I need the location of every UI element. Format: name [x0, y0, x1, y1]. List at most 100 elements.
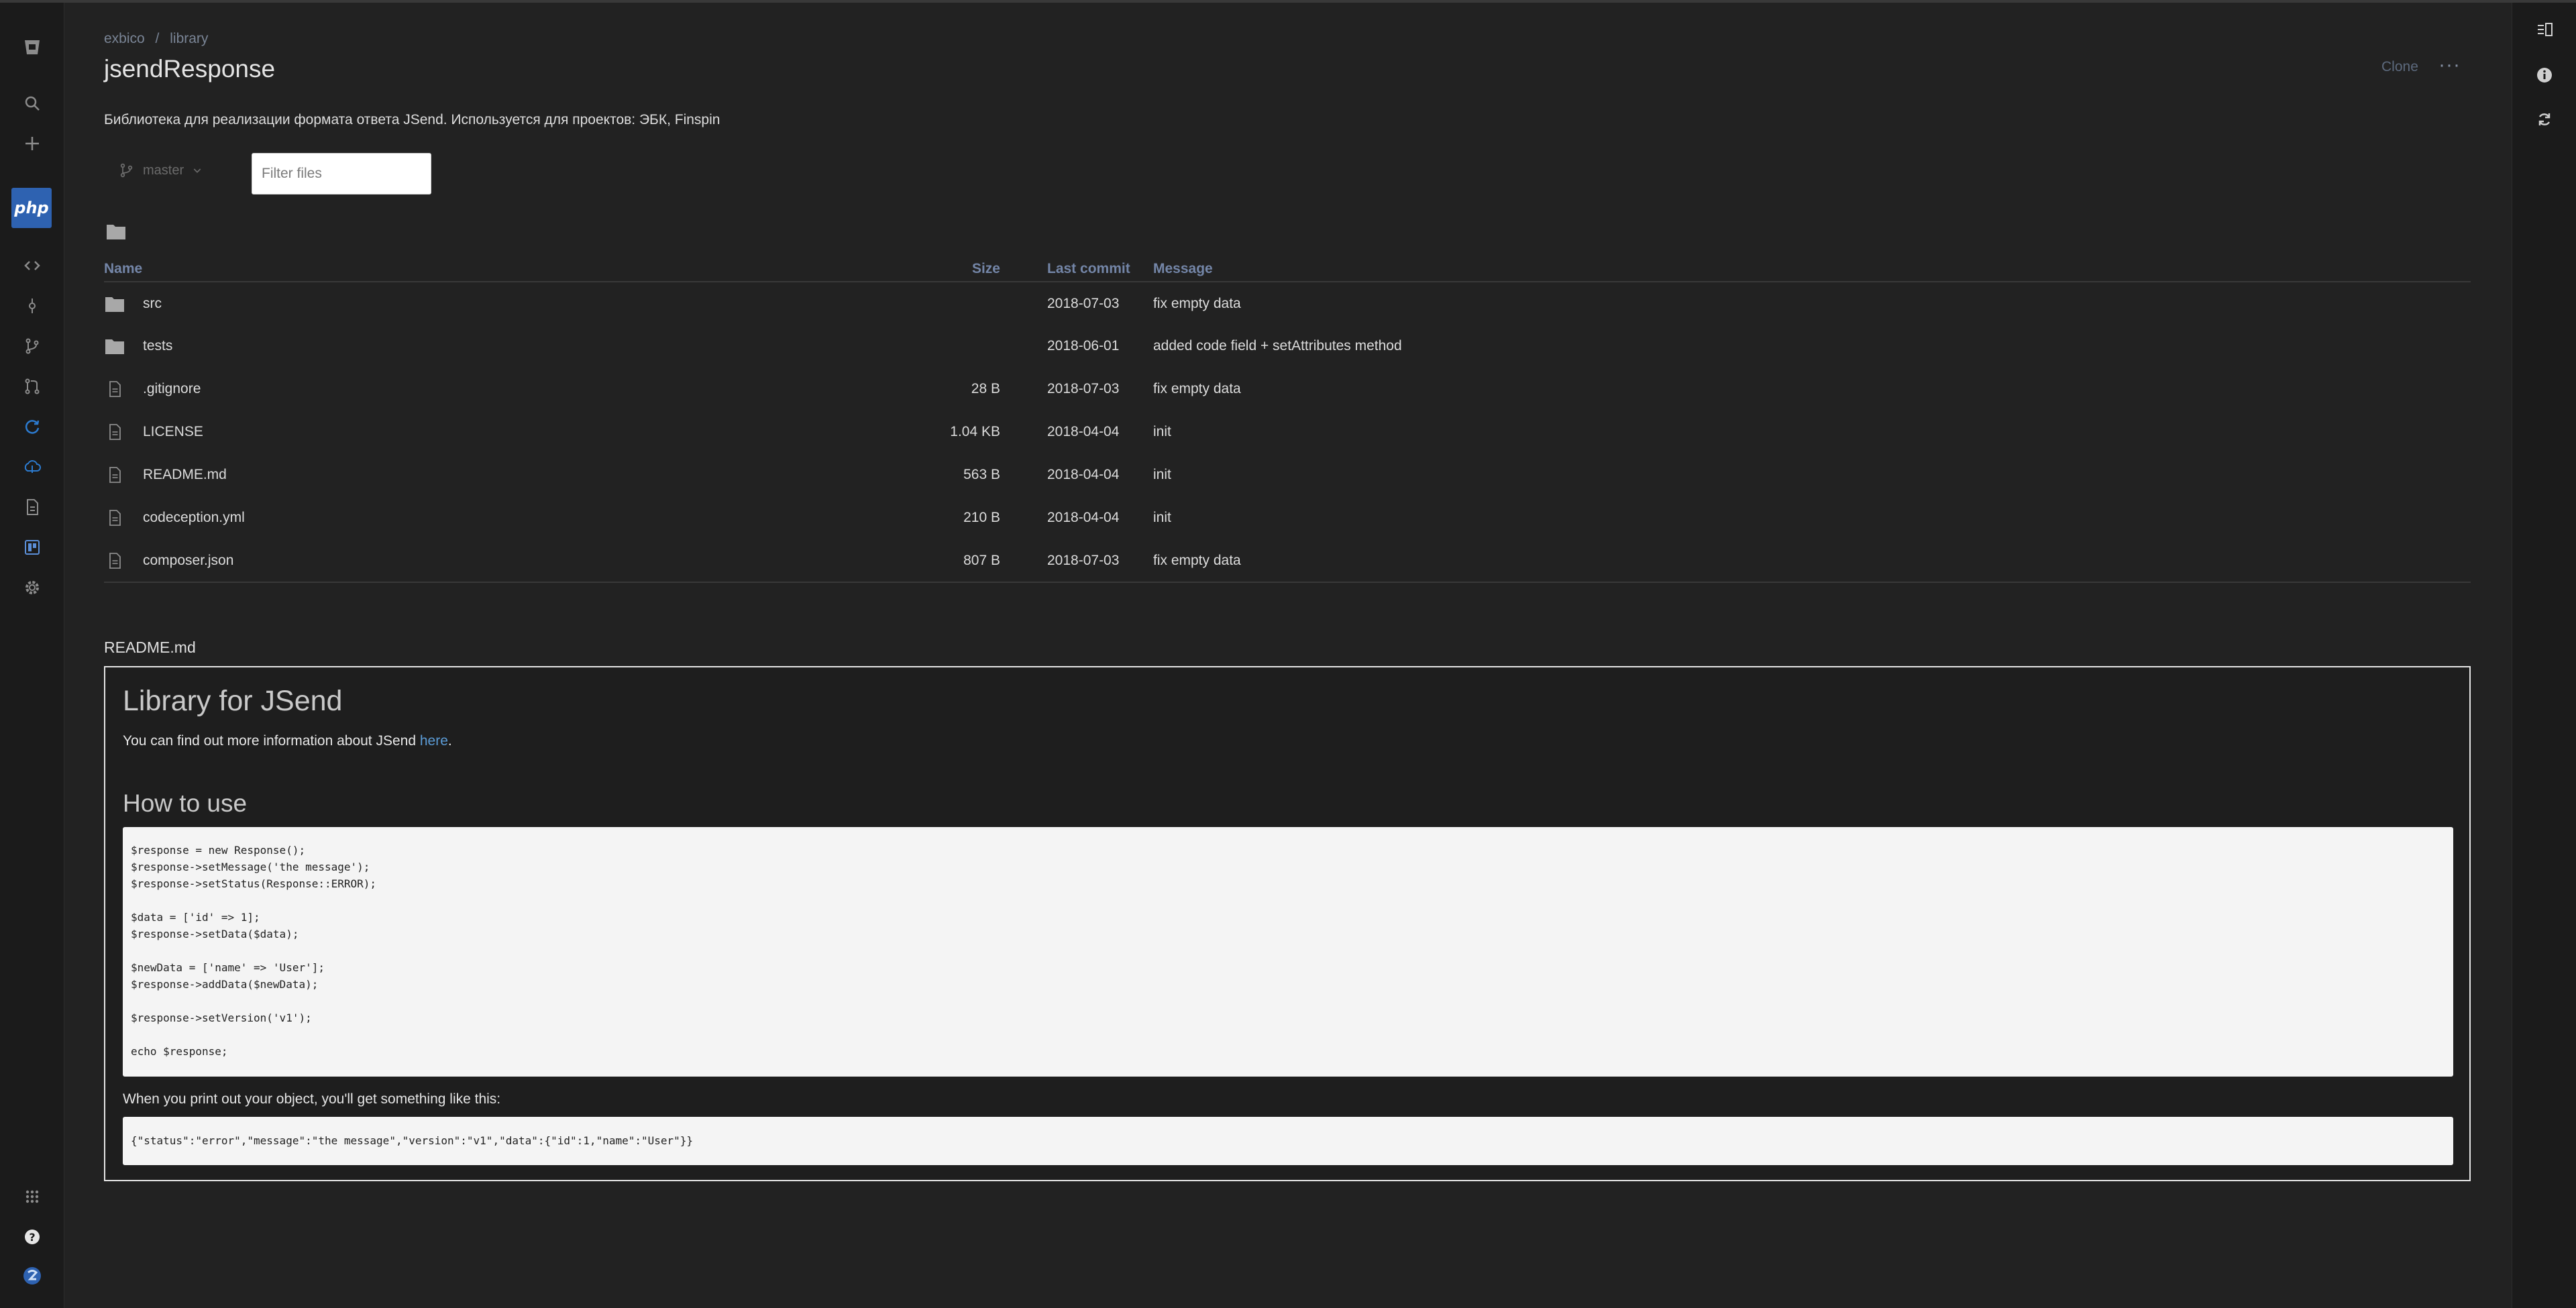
- info-icon[interactable]: [2512, 55, 2576, 95]
- file-last-commit: 2018-07-03: [1047, 295, 1120, 311]
- column-header-last-commit[interactable]: Last commit: [1024, 256, 1153, 282]
- search-icon[interactable]: [0, 86, 64, 121]
- column-header-message[interactable]: Message: [1153, 256, 2471, 282]
- column-header-name[interactable]: Name: [104, 256, 897, 282]
- chevron-down-icon: [193, 168, 201, 173]
- file-name-cell: tests: [104, 325, 897, 368]
- user-avatar-icon[interactable]: [0, 1258, 64, 1293]
- downloads-icon[interactable]: [0, 490, 64, 525]
- readme-panel: Library for JSend You can find out more …: [104, 666, 2471, 1181]
- file-name-cell: LICENSE: [104, 411, 897, 453]
- readme-title: Library for JSend: [123, 685, 343, 717]
- branch-name: master: [143, 162, 184, 178]
- file-last-commit: 2018-06-01: [1047, 338, 1120, 353]
- folder-icon: [105, 339, 124, 354]
- file-size: 1.04 KB: [950, 424, 1000, 439]
- file-icon: [109, 552, 121, 569]
- breadcrumb-workspace[interactable]: exbico: [104, 31, 145, 46]
- usage-code-block: $response = new Response(); $response->s…: [123, 827, 2453, 1077]
- file-commit-message[interactable]: fix empty data: [1153, 539, 2471, 583]
- readme-howto-heading: How to use: [123, 789, 248, 817]
- file-name-cell: src: [104, 282, 897, 325]
- file-commit-message[interactable]: init: [1153, 453, 2471, 496]
- file-last-commit: 2018-07-03: [1047, 381, 1120, 396]
- file-name[interactable]: README.md: [143, 467, 227, 483]
- file-icon: [109, 424, 121, 440]
- table-row[interactable]: codeception.yml 210 B 2018-04-04 init: [104, 496, 2471, 539]
- table-row[interactable]: tests 2018-06-01 added code field + setAtt…: [104, 325, 2471, 368]
- project-avatar[interactable]: php: [11, 188, 52, 228]
- table-row[interactable]: LICENSE 1.04 KB 2018-04-04 init: [104, 411, 2471, 453]
- file-name[interactable]: LICENSE: [143, 424, 203, 440]
- file-size: 563 B: [963, 467, 1000, 482]
- settings-icon[interactable]: [0, 570, 64, 605]
- file-name-cell: codeception.yml: [104, 496, 897, 539]
- readme-intro: You can find out more information about …: [123, 733, 452, 749]
- table-row[interactable]: .gitignore 28 B 2018-07-03 fix empty data: [104, 368, 2471, 411]
- bucket-logo-icon[interactable]: [0, 30, 64, 64]
- file-icon: [109, 467, 121, 483]
- apps-grid-icon[interactable]: [0, 1179, 64, 1214]
- right-sidebar: [2512, 3, 2576, 1308]
- file-commit-message[interactable]: init: [1153, 496, 2471, 539]
- breadcrumb-project[interactable]: library: [170, 31, 208, 46]
- file-name-cell: composer.json: [104, 539, 897, 583]
- page-title: jsendResponse: [104, 55, 276, 83]
- file-size: 210 B: [963, 510, 1000, 525]
- sync-icon[interactable]: [2512, 99, 2576, 140]
- table-header-row: Name Size Last commit Message: [104, 256, 2471, 282]
- output-code-block: {"status":"error","message":"the message…: [123, 1117, 2453, 1165]
- code-icon[interactable]: [0, 248, 64, 283]
- file-table: Name Size Last commit Message src 2018-07…: [104, 256, 2471, 583]
- file-commit-message[interactable]: init: [1153, 411, 2471, 453]
- file-name[interactable]: .gitignore: [143, 381, 201, 397]
- help-icon[interactable]: ?: [0, 1219, 64, 1254]
- folder-icon[interactable]: [105, 221, 127, 241]
- pull-requests-icon[interactable]: [0, 369, 64, 404]
- file-commit-message[interactable]: fix empty data: [1153, 282, 2471, 325]
- readme-here-link[interactable]: here: [420, 733, 448, 749]
- jira-board-icon[interactable]: [0, 530, 64, 565]
- clone-button[interactable]: Clone: [2381, 59, 2418, 75]
- readme-filename: README.md: [104, 639, 196, 656]
- file-name[interactable]: composer.json: [143, 553, 233, 569]
- file-name-cell: README.md: [104, 453, 897, 496]
- branches-icon[interactable]: [0, 329, 64, 364]
- main-content: exbico / library jsendResponse Clone ···…: [104, 3, 2472, 1304]
- file-commit-message[interactable]: added code field + setAttributes method: [1153, 325, 2471, 368]
- file-name[interactable]: tests: [143, 338, 172, 354]
- readme-intro-text: You can find out more information about …: [123, 733, 420, 749]
- file-last-commit: 2018-04-04: [1047, 510, 1120, 525]
- readme-output-note: When you print out your object, you'll g…: [123, 1091, 501, 1107]
- file-name[interactable]: src: [143, 296, 162, 312]
- commits-icon[interactable]: [0, 288, 64, 323]
- pipelines-icon[interactable]: [0, 409, 64, 444]
- file-last-commit: 2018-04-04: [1047, 424, 1120, 439]
- filter-files-input[interactable]: [252, 153, 431, 195]
- file-icon: [109, 510, 121, 526]
- folder-icon: [105, 296, 124, 312]
- file-commit-message[interactable]: fix empty data: [1153, 368, 2471, 411]
- more-actions-button[interactable]: ···: [2438, 54, 2461, 76]
- branch-selector[interactable]: master: [119, 162, 203, 178]
- file-last-commit: 2018-04-04: [1047, 467, 1120, 482]
- sidebar-toggle-icon[interactable]: [2512, 9, 2576, 50]
- svg-text:?: ?: [29, 1231, 35, 1244]
- table-row[interactable]: composer.json 807 B 2018-07-03 fix empty da…: [104, 539, 2471, 583]
- table-row[interactable]: README.md 563 B 2018-04-04 init: [104, 453, 2471, 496]
- file-icon: [109, 381, 121, 397]
- global-sidebar: php ?: [0, 3, 64, 1308]
- file-name[interactable]: codeception.yml: [143, 510, 245, 526]
- deployments-icon[interactable]: [0, 449, 64, 484]
- project-avatar-text: php: [14, 199, 49, 217]
- breadcrumb-separator: /: [155, 31, 160, 46]
- plus-icon[interactable]: [0, 126, 64, 161]
- column-header-size[interactable]: Size: [897, 256, 1024, 282]
- file-size: [897, 325, 1024, 368]
- branch-icon: [120, 163, 133, 178]
- file-size: 807 B: [897, 539, 1024, 583]
- file-size: [897, 282, 1024, 325]
- table-row[interactable]: src 2018-07-03 fix empty data: [104, 282, 2471, 325]
- readme-intro-end: .: [447, 733, 452, 749]
- file-size: 28 B: [971, 381, 1000, 396]
